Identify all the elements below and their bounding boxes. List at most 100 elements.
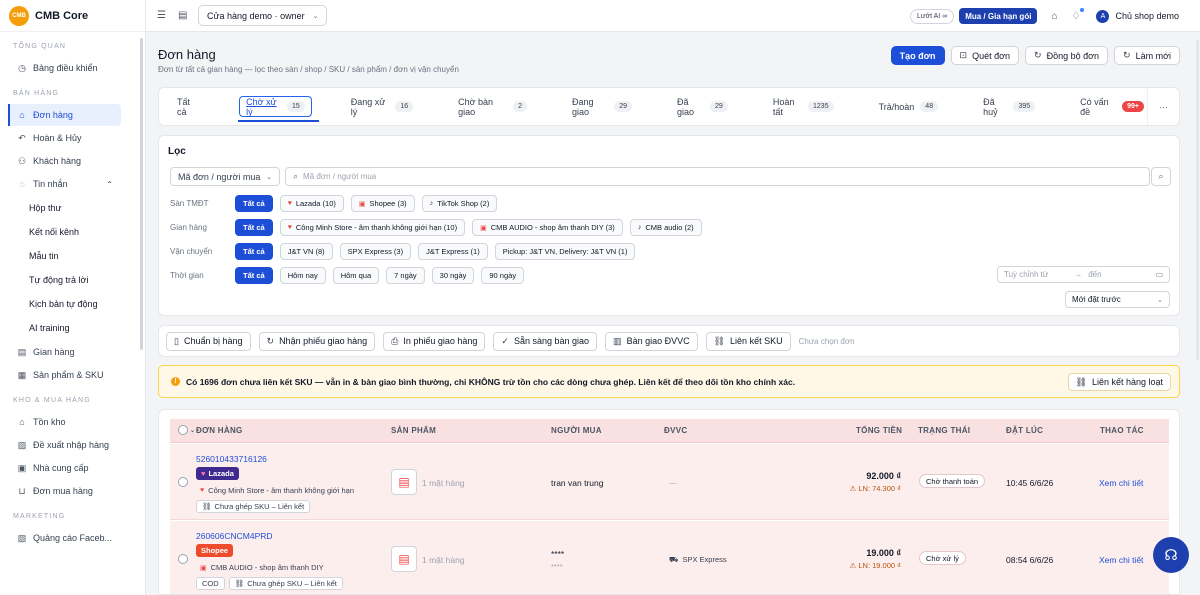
refresh-button[interactable]: ↻ Làm mới (1114, 46, 1180, 65)
search-icon: ⌕ (1158, 171, 1164, 181)
tab-returned[interactable]: Trả/hoàn 48 (873, 96, 945, 117)
tab-cancelled[interactable]: Đã huỷ 395 (977, 96, 1041, 117)
sidebar-item-purchase-orders[interactable]: ⊔ Đơn mua hàng (0, 480, 145, 502)
chip-label: Shopee (3) (369, 199, 407, 208)
prepare-goods-button[interactable]: ▯ Chuẩn bị hàng (166, 331, 251, 351)
tab-delivered[interactable]: Đã giao 29 (671, 96, 734, 117)
chip-tiktok[interactable]: ♪ TikTok Shop (2) (421, 195, 498, 212)
sidebar-item-facebook-ads[interactable]: ▧ Quảng cáo Faceb... (0, 527, 145, 549)
sidebar-subitem-inbox[interactable]: Hộp thư (0, 196, 145, 220)
store-selector[interactable]: Cửa hàng demo · owner ⌄ (198, 5, 328, 26)
unlinked-sku-tag[interactable]: ⛓ Chưa ghép SKU – Liên kết (196, 500, 311, 513)
tab-pending[interactable]: Chờ xử lý 15 (238, 96, 319, 122)
scan-order-button[interactable]: ⊡ Quét đơn (950, 46, 1020, 65)
ai-pill[interactable]: Lướt AI ∞ (909, 8, 955, 24)
product-image-icon: ▤ (398, 552, 410, 566)
chip-90-days[interactable]: 90 ngày (481, 267, 525, 284)
chip-store-cmb-audio[interactable]: ♪ CMB audio (2) (629, 219, 702, 236)
sidebar-subitem-channels[interactable]: Kết nối kênh (0, 220, 145, 244)
user-menu[interactable]: A Chủ shop demo (1096, 9, 1179, 23)
search-field-select[interactable]: Mã đơn / người mua ⌄ (170, 167, 280, 186)
sidebar-item-customers[interactable]: ⚇ Khách hàng (0, 150, 145, 172)
bulk-link-button[interactable]: ⛓ Liên kết hàng loạt (1067, 373, 1171, 391)
chip-7-days[interactable]: 7 ngày (386, 267, 425, 284)
chevron-down-icon[interactable]: ⌄ (190, 427, 195, 434)
view-detail-link[interactable]: Xem chi tiết (1099, 555, 1143, 565)
table-header: ⌄ ĐƠN HÀNG SẢN PHẨM NGƯỜI MUA ĐVVC TỔNG … (170, 419, 1169, 443)
date-range-input[interactable]: Tuỳ chỉnh từ → đến ▭ (997, 266, 1170, 283)
sidebar-scrollbar[interactable] (140, 38, 143, 350)
chip-spx[interactable]: SPX Express (3) (339, 243, 412, 260)
chip-shipping-all[interactable]: Tất cả (235, 243, 273, 260)
tab-all[interactable]: Tất cả (171, 96, 206, 117)
chip-label: Lazada (10) (295, 199, 336, 208)
sidebar-item-dashboard[interactable]: ◷ Bảng điều khiển (0, 57, 145, 79)
sidebar-item-stores[interactable]: ▤ Gian hàng (0, 341, 145, 363)
table-row[interactable]: 260606CNCM4PRD Shopee ▣ CMB AUDIO - shop … (170, 521, 1169, 594)
search-button[interactable]: ⌕ (1151, 167, 1171, 186)
chip-store-cmb-audio-diy[interactable]: ▣ CMB AUDIO - shop âm thanh DIY (3) (472, 219, 623, 236)
chip-platform-all[interactable]: Tất cả (235, 195, 273, 212)
handover-carrier-button[interactable]: ▥ Bàn giao ĐVVC (605, 331, 698, 351)
search-input[interactable]: ⌕ Mã đơn / người mua (285, 167, 1150, 186)
tab-completed[interactable]: Hoàn tất 1235 (767, 96, 840, 117)
order-id-link[interactable]: 526010433716126 (196, 454, 267, 464)
tab-issues[interactable]: Có vấn đề 99+ (1074, 96, 1150, 117)
view-detail-link[interactable]: Xem chi tiết (1099, 478, 1143, 488)
menu-icon[interactable]: ☰ (157, 10, 167, 21)
layout-icon[interactable]: ▤ (178, 10, 188, 21)
more-icon[interactable]: ··· (1147, 88, 1179, 125)
chevron-up-icon: ⌃ (106, 179, 113, 189)
platform-badge: Shopee (196, 544, 234, 557)
chip-lazada[interactable]: ♥ Lazada (10) (279, 195, 344, 212)
sidebar-item-restock[interactable]: ▨ Đề xuất nhập hàng (0, 434, 145, 456)
sort-select[interactable]: Mới đặt trước ⌄ (1065, 291, 1170, 308)
tab-shipping[interactable]: Đang giao 29 (566, 96, 638, 117)
brand[interactable]: CMB CMB Core (0, 0, 145, 32)
tab-awaiting-handover[interactable]: Chờ bàn giao 2 (452, 96, 533, 117)
ready-handover-button[interactable]: ✓ Sẵn sàng bàn giao (493, 331, 598, 351)
warehouse-icon: ⌂ (19, 417, 25, 427)
support-chat-button[interactable]: ☊ (1153, 537, 1189, 573)
chip-time-all[interactable]: Tất cả (235, 267, 273, 284)
sidebar-subitem-scripts[interactable]: Kịch bản tự động (0, 292, 145, 316)
chip-shopee[interactable]: ▣ Shopee (3) (350, 195, 415, 212)
chip-store-congminh[interactable]: ♥ Công Minh Store - âm thanh không giới h… (279, 219, 466, 236)
row-checkbox[interactable] (178, 477, 188, 487)
sidebar-item-returns[interactable]: ↶ Hoàn & Hủy (0, 127, 145, 149)
receive-slip-button[interactable]: ↻ Nhận phiếu giao hàng (258, 331, 376, 351)
chip-jt-vn[interactable]: J&T VN (8) (279, 243, 333, 260)
store-icon[interactable]: ⌂ (1051, 11, 1057, 22)
table-row[interactable]: 526010433716126 ♥ Lazada ♥ Công Minh Store… (170, 444, 1169, 520)
order-id-link[interactable]: 260606CNCM4PRD (196, 531, 273, 541)
chip-yesterday[interactable]: Hôm qua (332, 267, 380, 284)
sync-orders-button[interactable]: ↻ Đồng bộ đơn (1025, 46, 1109, 65)
print-slip-button[interactable]: ⎙ In phiếu giao hàng (383, 331, 486, 351)
sidebar-item-suppliers[interactable]: ▣ Nhà cung cấp (0, 457, 145, 479)
printer-icon: ⎙ (391, 335, 399, 346)
sidebar-item-messages[interactable]: ◌ Tin nhắn ⌃ (0, 173, 145, 195)
link-sku-button[interactable]: ⛓ Liên kết SKU (705, 331, 791, 351)
sidebar-item-orders[interactable]: ⌂ Đơn hàng (8, 104, 121, 126)
sidebar-subitem-templates[interactable]: Mẫu tin (0, 244, 145, 268)
product-image-icon: ▤ (398, 475, 410, 489)
sidebar-item-products[interactable]: ▦ Sản phẩm & SKU (0, 364, 145, 386)
chip-store-all[interactable]: Tất cả (235, 219, 273, 236)
sidebar-subitem-auto-reply[interactable]: Tự động trả lời (0, 268, 145, 292)
buy-plan-button[interactable]: Mua / Gia hạn gói (959, 8, 1038, 24)
tab-processing[interactable]: Đang xử lý 16 (345, 96, 419, 117)
chip-today[interactable]: Hôm nay (279, 267, 326, 284)
row-checkbox[interactable] (178, 554, 188, 564)
product-thumbnail[interactable]: ▤ (391, 469, 417, 495)
sidebar-subitem-ai-training[interactable]: AI training (0, 316, 145, 340)
chip-30-days[interactable]: 30 ngày (431, 267, 475, 284)
sidebar-item-inventory[interactable]: ⌂ Tồn kho (0, 411, 145, 433)
chip-pickup-jt[interactable]: Pickup: J&T VN, Delivery: J&T VN (1) (494, 243, 636, 260)
select-all-checkbox[interactable] (178, 425, 188, 435)
product-thumbnail[interactable]: ▤ (391, 546, 417, 572)
filter-label: Gian hàng (170, 223, 207, 232)
create-order-button[interactable]: Tạo đơn (890, 46, 945, 65)
unlinked-sku-tag[interactable]: ⛓ Chưa ghép SKU – Liên kết (228, 577, 343, 590)
chip-jt-express[interactable]: J&T Express (1) (418, 243, 488, 260)
bell-icon[interactable]: ♢ (1071, 7, 1085, 22)
